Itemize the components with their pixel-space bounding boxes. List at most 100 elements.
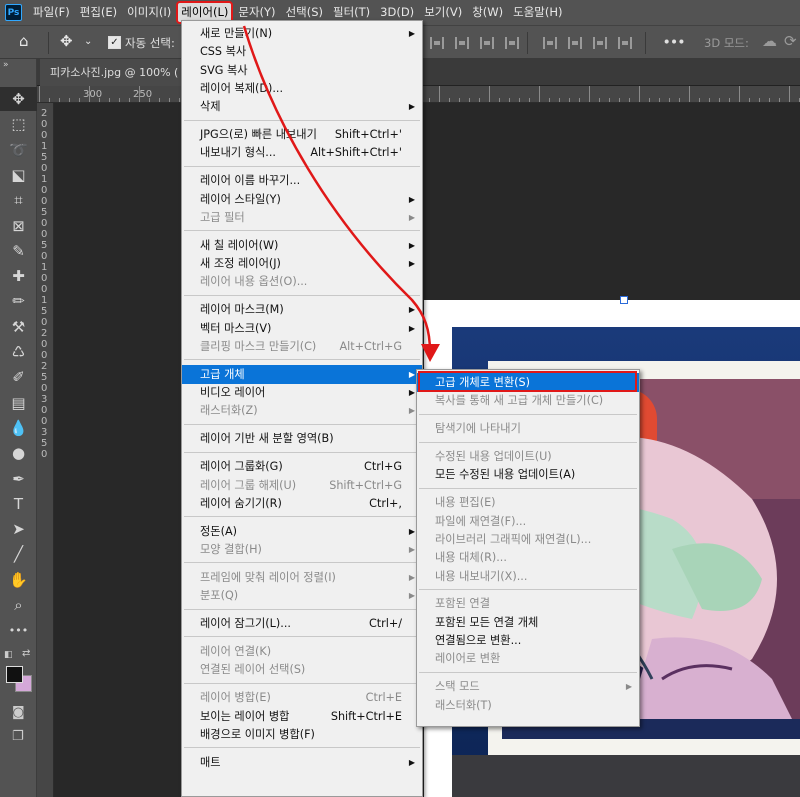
menu-item-모양-결합[interactable]: 모양 결합(H) ▶ xyxy=(182,540,422,559)
menu-item-내보내기-형식[interactable]: 내보내기 형식... Alt+Shift+Ctrl+' xyxy=(182,143,422,162)
quick-mask-icon[interactable]: ◙ xyxy=(12,705,25,720)
menu-item-탐색기에-나타내기[interactable]: 탐색기에 나타내기 xyxy=(417,419,639,438)
menu-item-레이어-스타일[interactable]: 레이어 스타일(Y) ▶ xyxy=(182,190,422,209)
align-left-icon[interactable] xyxy=(430,37,444,49)
healing-brush-icon[interactable]: ✚ xyxy=(0,264,37,288)
distribute-vertical-icon[interactable] xyxy=(618,37,632,49)
path-select-icon[interactable]: ➤ xyxy=(0,517,37,541)
frame-icon[interactable]: ⊠ xyxy=(0,214,37,238)
menu-item-CSS-복사[interactable]: CSS 복사 xyxy=(182,42,422,61)
menu-window[interactable]: 창(W) xyxy=(468,2,507,23)
menu-item-새로-만들기[interactable]: 새로 만들기(N) ▶ xyxy=(182,24,422,43)
menu-item-연결된-레이어-선택[interactable]: 연결된 레이어 선택(S) xyxy=(182,660,422,679)
menu-item-레이어-마스크[interactable]: 레이어 마스크(M) ▶ xyxy=(182,300,422,319)
menu-file[interactable]: 파일(F) xyxy=(29,2,74,23)
menu-item-고급-필터[interactable]: 고급 필터 ▶ xyxy=(182,208,422,227)
menu-item-클리핑-마스크-만들기[interactable]: 클리핑 마스크 만들기(C) Alt+Ctrl+G xyxy=(182,337,422,356)
menu-item-레이어-이름-바꾸기[interactable]: 레이어 이름 바꾸기... xyxy=(182,171,422,190)
menu-item-모든-수정된-내용-업데이트[interactable]: 모든 수정된 내용 업데이트(A) xyxy=(417,465,639,484)
auto-select-checkbox[interactable]: ✓ xyxy=(108,36,121,49)
orbit-3d-icon[interactable]: ☁ xyxy=(762,32,777,50)
gradient-icon[interactable]: ▤ xyxy=(0,391,37,415)
dodge-icon[interactable]: ● xyxy=(0,441,37,465)
align-center-icon[interactable] xyxy=(455,37,469,49)
menu-item-분포[interactable]: 분포(Q) ▶ xyxy=(182,586,422,605)
align-bottom-icon[interactable] xyxy=(593,37,607,49)
menu-item-연결됨으로-변환[interactable]: 연결됨으로 변환... xyxy=(417,631,639,650)
menu-item-레이어-숨기기[interactable]: 레이어 숨기기(R) Ctrl+, xyxy=(182,494,422,513)
more-options-button[interactable]: ••• xyxy=(663,35,685,49)
menu-item-포함된-모든-연결-개체[interactable]: 포함된 모든 연결 개체 xyxy=(417,613,639,632)
align-middle-icon[interactable] xyxy=(568,37,582,49)
menu-item-새-칠-레이어[interactable]: 새 칠 레이어(W) ▶ xyxy=(182,236,422,255)
menu-item-비디오-레이어[interactable]: 비디오 레이어 ▶ xyxy=(182,383,422,402)
menu-item-레이어-그룹화[interactable]: 레이어 그룹화(G) Ctrl+G xyxy=(182,457,422,476)
line-icon[interactable]: ╱ xyxy=(0,542,37,566)
crop-icon[interactable]: ⌗ xyxy=(0,188,37,212)
menu-item-레이어-연결[interactable]: 레이어 연결(K) xyxy=(182,642,422,661)
menu-item-보이는-레이어-병합[interactable]: 보이는 레이어 병합 Shift+Ctrl+E xyxy=(182,707,422,726)
pen-icon[interactable]: ✒ xyxy=(0,467,37,491)
menu-item-SVG-복사[interactable]: SVG 복사 xyxy=(182,61,422,80)
align-right-icon[interactable] xyxy=(480,37,494,49)
menu-item-래스터화[interactable]: 래스터화(T) xyxy=(417,696,639,715)
menu-view[interactable]: 보기(V) xyxy=(420,2,466,23)
menu-item-레이어-잠그기[interactable]: 레이어 잠그기(L)... Ctrl+/ xyxy=(182,614,422,633)
brush-icon[interactable]: ✏ xyxy=(0,289,37,313)
marquee-icon[interactable]: ⬚ xyxy=(0,112,37,136)
move-icon[interactable]: ✥ xyxy=(0,87,37,111)
zoom-icon[interactable]: ⌕ xyxy=(0,593,37,617)
chevron-down-icon[interactable]: ⌄ xyxy=(84,36,92,47)
menu-edit[interactable]: 편집(E) xyxy=(76,2,121,23)
history-brush-icon[interactable]: ♺ xyxy=(0,340,37,364)
home-icon[interactable]: ⌂ xyxy=(19,32,29,50)
menu-item-레이어-기반-새-분할-영역[interactable]: 레이어 기반 새 분할 영역(B) xyxy=(182,429,422,448)
menu-item-배경으로-이미지-병합[interactable]: 배경으로 이미지 병합(F) xyxy=(182,725,422,744)
collapse-toolbar-icon[interactable]: » xyxy=(0,59,36,72)
menu-item-수정된-내용-업데이트[interactable]: 수정된 내용 업데이트(U) xyxy=(417,447,639,466)
document-tab[interactable]: 피카소사진.jpg @ 100% ( xyxy=(40,59,189,86)
blur-icon[interactable]: 💧 xyxy=(0,416,37,440)
type-icon[interactable]: T xyxy=(0,492,37,516)
default-colors-icon[interactable]: ◧ xyxy=(4,650,13,660)
menu-item-래스터화[interactable]: 래스터화(Z) ▶ xyxy=(182,401,422,420)
menu-item-프레임에-맞춰-레이어-정렬[interactable]: 프레임에 맞춰 레이어 정렬(I) ▶ xyxy=(182,568,422,587)
more-tools-icon[interactable]: ••• xyxy=(0,618,37,642)
menu-item-레이어-그룹-해제[interactable]: 레이어 그룹 해제(U) Shift+Ctrl+G xyxy=(182,476,422,495)
menu-item-포함된-연결[interactable]: 포함된 연결 xyxy=(417,594,639,613)
menu-item-JPG으-빠른-내보내기[interactable]: JPG으(로) 빠른 내보내기 Shift+Ctrl+' xyxy=(182,125,422,144)
transform-handle[interactable] xyxy=(620,296,628,304)
menu-item-내용-대체[interactable]: 내용 대체(R)... xyxy=(417,548,639,567)
rotate-3d-icon[interactable]: ⟳ xyxy=(784,32,797,50)
menu-item-레이어-병합[interactable]: 레이어 병합(E) Ctrl+E xyxy=(182,688,422,707)
menu-item-정돈[interactable]: 정돈(A) ▶ xyxy=(182,522,422,541)
align-top-icon[interactable] xyxy=(543,37,557,49)
eraser-icon[interactable]: ✐ xyxy=(0,365,37,389)
menu-item-레이어로-변환[interactable]: 레이어로 변환 xyxy=(417,649,639,668)
menu-item-파일에-재연결[interactable]: 파일에 재연결(F)... xyxy=(417,512,639,531)
menu-item-레이어-내용-옵션[interactable]: 레이어 내용 옵션(O)... xyxy=(182,272,422,291)
swap-colors-icon[interactable]: ⇄ xyxy=(22,648,30,659)
menu-item-레이어-복제[interactable]: 레이어 복제(D)... xyxy=(182,79,422,98)
menu-item-새-조정-레이어[interactable]: 새 조정 레이어(J) ▶ xyxy=(182,254,422,273)
quick-select-icon[interactable]: ⬕ xyxy=(0,163,37,187)
hand-icon[interactable]: ✋ xyxy=(0,568,37,592)
menu-item-내용-내보내기[interactable]: 내용 내보내기(X)... xyxy=(417,567,639,586)
menu-image[interactable]: 이미지(I) xyxy=(123,2,175,23)
foreground-color-swatch[interactable] xyxy=(6,666,23,683)
menu-item-내용-편집[interactable]: 내용 편집(E) xyxy=(417,493,639,512)
menu-item-벡터-마스크[interactable]: 벡터 마스크(V) ▶ xyxy=(182,319,422,338)
menu-item-고급-개체[interactable]: 고급 개체 ▶ xyxy=(182,364,422,384)
lasso-icon[interactable]: ➰ xyxy=(0,138,37,162)
menu-help[interactable]: 도움말(H) xyxy=(509,2,566,23)
clone-stamp-icon[interactable]: ⚒ xyxy=(0,315,37,339)
menu-item-스택-모드[interactable]: 스택 모드 ▶ xyxy=(417,677,639,696)
screen-mode-icon[interactable]: ❐ xyxy=(12,729,24,744)
eyedropper-icon[interactable]: ✎ xyxy=(0,239,37,263)
menu-item-삭제[interactable]: 삭제 ▶ xyxy=(182,97,422,116)
menu-item-복사를-통해-새-고급-개체-만들기[interactable]: 복사를 통해 새 고급 개체 만들기(C) xyxy=(417,391,639,410)
move-tool-icon[interactable]: ✥ xyxy=(60,32,73,50)
align-distribute-icon[interactable] xyxy=(505,37,519,49)
menu-item-매트[interactable]: 매트 ▶ xyxy=(182,753,422,772)
menu-item-라이브러리-그래픽에-재연결[interactable]: 라이브러리 그래픽에 재연결(L)... xyxy=(417,530,639,549)
